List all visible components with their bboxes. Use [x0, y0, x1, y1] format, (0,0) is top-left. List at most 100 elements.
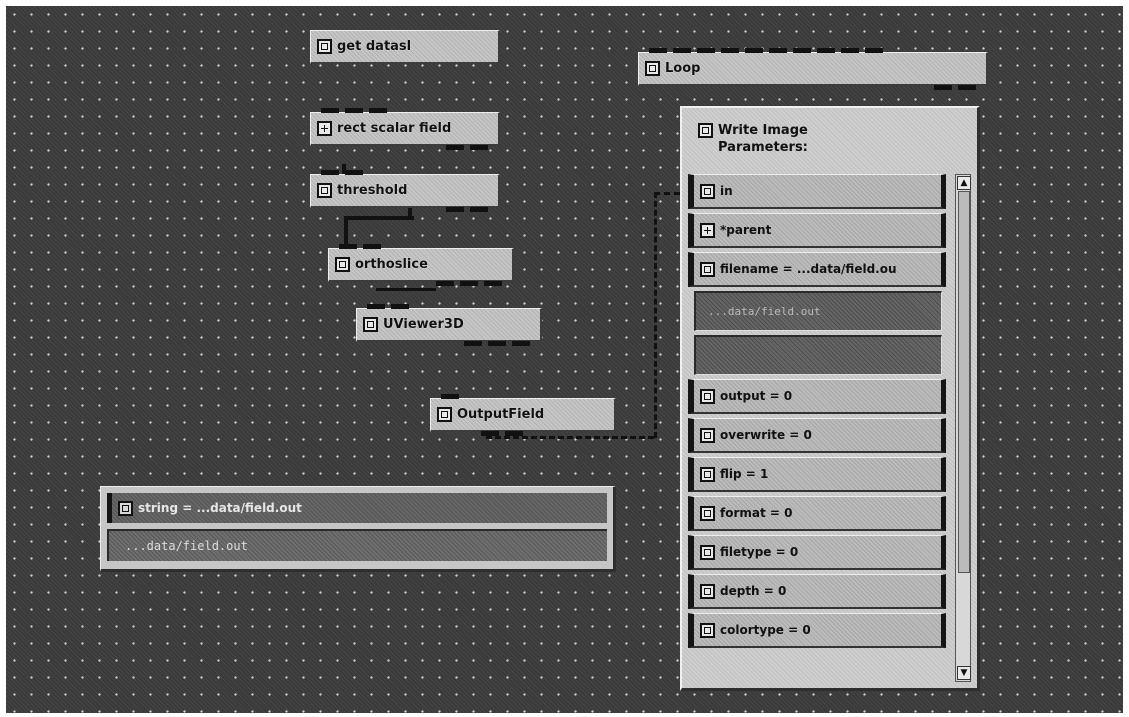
- port[interactable]: [769, 48, 787, 53]
- param-label: depth = 0: [720, 584, 787, 598]
- module-icon: [645, 61, 660, 76]
- port[interactable]: [841, 48, 859, 53]
- param-label: overwrite = 0: [720, 428, 812, 442]
- port[interactable]: [793, 48, 811, 53]
- filename-input[interactable]: ...data/field.out: [694, 291, 942, 331]
- param-in[interactable]: in: [688, 174, 946, 209]
- port[interactable]: [464, 341, 482, 346]
- param-format[interactable]: format = 0: [688, 496, 946, 531]
- param-icon: [700, 261, 715, 277]
- module-icon: [317, 183, 332, 198]
- module-uviewer3d[interactable]: UViewer3D: [356, 304, 542, 346]
- string-value-text: ...data/field.out: [125, 539, 248, 553]
- port[interactable]: [505, 431, 523, 436]
- param-label: colortype = 0: [720, 623, 811, 637]
- port[interactable]: [460, 281, 478, 286]
- param-depth[interactable]: depth = 0: [688, 574, 946, 609]
- port[interactable]: [470, 145, 488, 150]
- port[interactable]: [436, 281, 454, 286]
- string-parameter-header[interactable]: string = ...data/field.out: [107, 493, 607, 523]
- string-value-field[interactable]: ...data/field.out: [107, 529, 607, 561]
- input-ports: [321, 170, 488, 175]
- port[interactable]: [339, 244, 357, 249]
- port[interactable]: [321, 108, 339, 113]
- port[interactable]: [391, 304, 409, 309]
- port[interactable]: [470, 207, 488, 212]
- parameter-list: in *parent filename = ...data/field.ou .…: [688, 174, 946, 652]
- panel-title: Write Image: [718, 123, 808, 138]
- port[interactable]: [484, 281, 502, 286]
- param-label: filetype = 0: [720, 545, 799, 559]
- param-output[interactable]: output = 0: [688, 379, 946, 414]
- module-icon: [437, 407, 452, 422]
- module-outputfield[interactable]: OutputField: [430, 394, 616, 436]
- port[interactable]: [321, 170, 339, 175]
- port[interactable]: [363, 244, 381, 249]
- port[interactable]: [745, 48, 763, 53]
- port[interactable]: [446, 145, 464, 150]
- param-flip[interactable]: flip = 1: [688, 457, 946, 492]
- input-ports: [367, 304, 530, 309]
- module-icon: [335, 257, 350, 272]
- module-threshold[interactable]: threshold: [310, 170, 500, 212]
- param-overwrite[interactable]: overwrite = 0: [688, 418, 946, 453]
- module-get-datasl[interactable]: get datasl: [310, 30, 500, 64]
- port[interactable]: [345, 170, 363, 175]
- param-label: *parent: [720, 223, 772, 237]
- port[interactable]: [488, 341, 506, 346]
- port[interactable]: [369, 108, 387, 113]
- param-label: output = 0: [720, 389, 793, 403]
- port[interactable]: [649, 48, 667, 53]
- param-label: filename = ...data/field.ou: [720, 262, 897, 276]
- scrollbar-thumb[interactable]: [958, 191, 970, 573]
- filename-input-text: ...data/field.out: [708, 305, 821, 318]
- network-editor-canvas[interactable]: get datasl Loop rect scalar field thresh…: [6, 6, 1123, 713]
- panel-header: Write Image Parameters:: [692, 122, 808, 156]
- port[interactable]: [958, 85, 976, 90]
- module-loop[interactable]: Loop: [638, 48, 988, 90]
- port[interactable]: [441, 394, 459, 399]
- output-ports: [339, 281, 502, 286]
- parameter-scrollbar[interactable]: ▲ ▼: [955, 174, 971, 682]
- input-ports: [339, 244, 502, 249]
- scroll-down-icon[interactable]: ▼: [957, 666, 971, 680]
- param-filetype[interactable]: filetype = 0: [688, 535, 946, 570]
- port[interactable]: [934, 85, 952, 90]
- string-module-panel: string = ...data/field.out ...data/field…: [100, 486, 616, 572]
- string-param-icon: [118, 500, 133, 516]
- module-label: threshold: [337, 183, 408, 198]
- module-label: rect scalar field: [337, 121, 452, 136]
- wire: [376, 288, 436, 291]
- output-ports: [321, 145, 488, 150]
- output-ports: [481, 431, 604, 436]
- port[interactable]: [865, 48, 883, 53]
- output-ports: [649, 85, 976, 90]
- port[interactable]: [721, 48, 739, 53]
- port[interactable]: [697, 48, 715, 53]
- param-colortype[interactable]: colortype = 0: [688, 613, 946, 648]
- input-ports: [649, 48, 976, 53]
- dashed-wire: [654, 192, 657, 438]
- dashed-wire: [654, 192, 680, 195]
- wire: [344, 216, 414, 220]
- module-orthoslice[interactable]: orthoslice: [328, 244, 514, 286]
- port[interactable]: [817, 48, 835, 53]
- param-parent[interactable]: *parent: [688, 213, 946, 248]
- param-filename[interactable]: filename = ...data/field.ou: [688, 252, 946, 287]
- scroll-up-icon[interactable]: ▲: [957, 176, 971, 190]
- module-label: orthoslice: [355, 257, 428, 272]
- module-rect-scalar-field[interactable]: rect scalar field: [310, 108, 500, 150]
- port[interactable]: [345, 108, 363, 113]
- module-label: OutputField: [457, 407, 545, 422]
- panel-subtitle: Parameters:: [718, 140, 808, 155]
- port[interactable]: [481, 431, 499, 436]
- param-icon: [700, 544, 715, 560]
- param-icon: [700, 622, 715, 638]
- port[interactable]: [512, 341, 530, 346]
- port[interactable]: [673, 48, 691, 53]
- filename-browser-area[interactable]: [694, 335, 942, 375]
- port[interactable]: [446, 207, 464, 212]
- port[interactable]: [367, 304, 385, 309]
- grid-icon: [700, 222, 715, 238]
- module-icon: [363, 317, 378, 332]
